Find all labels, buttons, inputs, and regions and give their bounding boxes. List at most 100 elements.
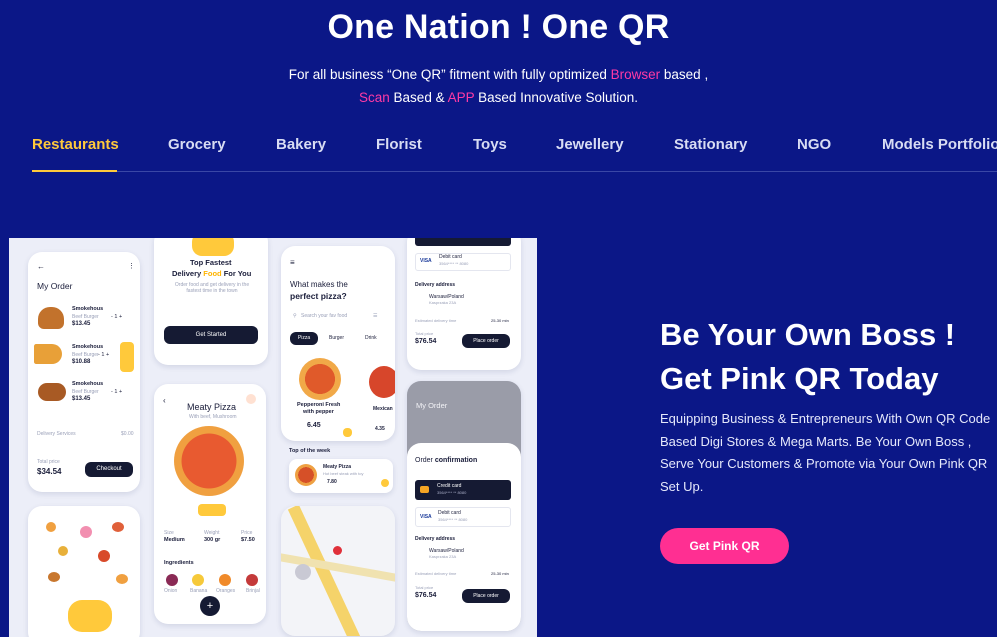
- weight-label: Weight: [204, 530, 220, 536]
- onion-image: [166, 574, 178, 586]
- total-price: $34.54: [37, 467, 62, 476]
- burger-image: [38, 307, 64, 329]
- ingredient-name: Brinjal: [246, 588, 260, 594]
- category-tabs: Restaurants Grocery Bakery Florist Toys …: [32, 136, 997, 172]
- item-sub: Beef Burger: [72, 352, 99, 358]
- brinjal-image: [246, 574, 258, 586]
- ingredient-name: Banana: [190, 588, 208, 594]
- add-top-week-button: [381, 479, 389, 487]
- ingredients-label: Ingredients: [164, 560, 194, 566]
- top-week-item: Meaty Pizza Hot beef steak with toy 7.80: [289, 459, 393, 493]
- qty-stepper: - 1 +: [98, 352, 110, 358]
- hero-subtitle-line1: For all business “One QR” fitment with f…: [0, 63, 997, 86]
- tab-grocery[interactable]: Grocery: [168, 136, 226, 153]
- hero-title: One Nation ! One QR: [327, 8, 670, 46]
- pepperoni-sub: with pepper: [303, 409, 334, 415]
- delivery-address-label: Delivery address: [415, 536, 456, 542]
- credit-card-label: Credit card: [437, 483, 462, 489]
- perfect-pizza-card: ≡ What makes the perfect pizza? ⚲ Search…: [281, 246, 395, 441]
- credit-card-option: Credit card 3564**** ** 8080: [415, 480, 511, 500]
- food-illustration-card: [28, 506, 140, 637]
- item-name: Smokehous: [72, 306, 104, 312]
- heart-icon: [246, 394, 256, 404]
- pizza-icon: [98, 550, 110, 562]
- total-price-label: Total price: [415, 331, 434, 336]
- total-price: $76.54: [415, 338, 437, 345]
- credit-card-selected: [415, 238, 511, 246]
- hamburger-menu-icon: ≡: [290, 258, 295, 267]
- top-fastest-title: Top Fastest: [190, 258, 232, 267]
- mexican-title: Mexican: [373, 406, 393, 412]
- browser-highlight: Browser: [610, 67, 661, 82]
- donut-icon: [80, 526, 92, 538]
- tab-bakery[interactable]: Bakery: [276, 136, 326, 153]
- address-street: Kasprzaka 23A: [429, 300, 457, 305]
- active-tab-indicator: [32, 170, 117, 172]
- get-started-label: Get Started: [195, 332, 227, 338]
- tab-jewellery[interactable]: Jewellery: [556, 136, 624, 153]
- size-value: Medium: [164, 537, 185, 543]
- my-order-title: My Order: [416, 401, 448, 410]
- delivery-text: For You: [221, 269, 252, 278]
- category-label: Burger: [329, 335, 345, 341]
- hero-text: For all business “One QR” fitment with f…: [288, 67, 611, 82]
- category-label: Drink: [365, 335, 377, 341]
- place-order-label: Place order: [473, 593, 499, 599]
- hero-text: Based Innovative Solution.: [474, 90, 638, 105]
- pepperoni-title: Pepperoni Fresh: [297, 402, 341, 408]
- taco-icon: [116, 574, 128, 584]
- pizza-qty-pill: [198, 504, 226, 516]
- meaty-pizza-thumb: [295, 464, 317, 486]
- price-label: Price: [241, 530, 253, 536]
- add-pepperoni-button: [343, 428, 352, 437]
- pizza-category-chip: Pizza: [290, 332, 318, 345]
- estimated-time-label: Estimated delivery time: [415, 571, 457, 576]
- tab-florist[interactable]: Florist: [376, 136, 422, 153]
- tab-toys[interactable]: Toys: [473, 136, 507, 153]
- item-price: $13.45: [72, 321, 91, 327]
- app-mockup-image: ← ⋮ My Order Smokehous Beef Burger $13.4…: [9, 238, 537, 637]
- weight-value: 300 gr: [204, 537, 221, 543]
- qty-stepper: - 1 +: [111, 389, 123, 395]
- card-number: 3564**** ** 8080: [439, 261, 469, 266]
- delivery-services-label: Delivery Services: [37, 431, 76, 437]
- tab-models-portfolio[interactable]: Models Portfolio: [882, 136, 997, 153]
- checkout-button: Checkout: [85, 462, 133, 477]
- size-label: Size: [164, 530, 174, 536]
- order-confirmation-card: My Order Order confirmation Credit card …: [407, 381, 521, 631]
- item-sub: Beef Burger: [72, 389, 99, 395]
- food-highlight: Food: [203, 269, 222, 278]
- tab-stationary[interactable]: Stationary: [674, 136, 747, 153]
- delivery-description: Order food and get delivery in the faste…: [174, 282, 250, 294]
- meaty-pizza-card: ‹ Meaty Pizza With beef, Mushroom Size M…: [154, 384, 266, 624]
- get-pink-qr-button[interactable]: Get Pink QR: [660, 528, 789, 564]
- app-highlight: APP: [447, 90, 475, 105]
- meaty-pizza-title: Meaty Pizza: [187, 402, 237, 412]
- tab-restaurants[interactable]: Restaurants: [32, 136, 119, 153]
- scooter-image: [192, 238, 234, 256]
- total-price-label: Total price: [37, 459, 60, 465]
- checkout-label: Checkout: [96, 466, 122, 472]
- confirmation-text: confirmation: [434, 457, 478, 464]
- banana-image: [192, 574, 204, 586]
- tab-ngo[interactable]: NGO: [797, 136, 831, 153]
- ingredient-name: Onion: [164, 588, 178, 594]
- hero-subtitle-line2: Scan Based & APP Based Innovative Soluti…: [0, 86, 997, 109]
- price-value: $7.50: [241, 537, 255, 543]
- confirmation-sheet: Order confirmation Credit card 3564**** …: [407, 443, 521, 631]
- qty-stepper: - 1 +: [111, 314, 123, 320]
- total-price: $76.54: [415, 592, 437, 599]
- item-sub: Beef Burger: [72, 314, 99, 320]
- scan-highlight: Scan: [359, 90, 390, 105]
- add-icon: +: [200, 596, 220, 616]
- chevron-left-icon: ‹: [163, 396, 166, 405]
- payment-card-top: VISA Debit card 3564**** ** 8080 Deliver…: [407, 238, 521, 370]
- ingredient-name: Oranges: [216, 588, 236, 594]
- orange-image: [219, 574, 231, 586]
- place-order-button: Place order: [462, 589, 510, 603]
- visa-icon: VISA: [420, 514, 432, 520]
- promo-title-line2: Get Pink QR Today: [660, 361, 939, 396]
- top-week-label: Top of the week: [289, 448, 331, 454]
- top-week-title: Meaty Pizza: [323, 464, 352, 470]
- perfect-pizza-text: perfect pizza?: [290, 291, 347, 301]
